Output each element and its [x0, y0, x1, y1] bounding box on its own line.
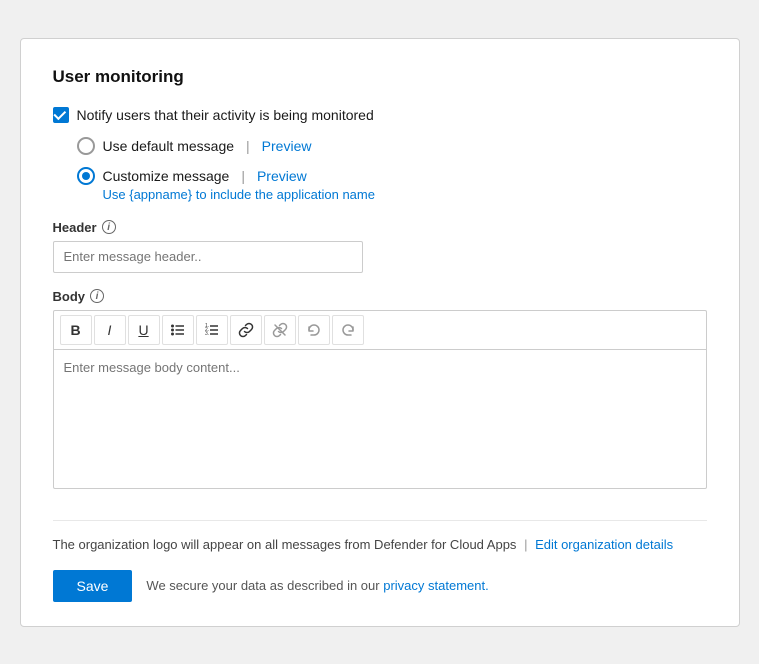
bottom-bar: Save We secure your data as described in… [53, 570, 707, 602]
header-label: Header i [53, 220, 707, 235]
radio-options: Use default message | Preview Customize … [77, 137, 707, 202]
numbered-list-button[interactable]: 1.2.3. [196, 315, 228, 345]
radio-default-label: Use default message [103, 138, 235, 154]
radio-default-row: Use default message | Preview [77, 137, 707, 155]
svg-text:3.: 3. [205, 331, 209, 337]
radio-default[interactable] [77, 137, 95, 155]
body-textarea[interactable] [53, 349, 707, 489]
unlink-button[interactable] [264, 315, 296, 345]
header-section: Header i [53, 220, 707, 273]
edit-org-link[interactable]: Edit organization details [535, 537, 673, 552]
redo-button[interactable] [332, 315, 364, 345]
radio-customize-row: Customize message | Preview Use {appname… [77, 167, 707, 202]
body-section: Body i B I U 1.2.3. [53, 289, 707, 492]
main-card: User monitoring Notify users that their … [20, 38, 740, 627]
bold-button[interactable]: B [60, 315, 92, 345]
radio-customize[interactable] [77, 167, 95, 185]
notify-label: Notify users that their activity is bein… [77, 107, 374, 123]
notify-checkbox[interactable] [53, 107, 69, 123]
link-button[interactable] [230, 315, 262, 345]
radio-customize-label: Customize message [103, 168, 230, 184]
header-info-icon[interactable]: i [102, 220, 116, 234]
save-button[interactable]: Save [53, 570, 133, 602]
customize-hint: Use {appname} to include the application… [103, 187, 707, 202]
underline-button[interactable]: U [128, 315, 160, 345]
italic-button[interactable]: I [94, 315, 126, 345]
bullet-list-button[interactable] [162, 315, 194, 345]
page-title: User monitoring [53, 67, 707, 87]
notify-row: Notify users that their activity is bein… [53, 107, 707, 123]
undo-button[interactable] [298, 315, 330, 345]
privacy-link[interactable]: privacy statement. [383, 578, 489, 593]
body-toolbar: B I U 1.2.3. [53, 310, 707, 349]
privacy-text: We secure your data as described in our … [146, 578, 488, 593]
default-preview-link[interactable]: Preview [262, 138, 312, 154]
footer-note: The organization logo will appear on all… [53, 520, 707, 552]
header-input[interactable] [53, 241, 363, 273]
body-info-icon[interactable]: i [90, 289, 104, 303]
body-label: Body i [53, 289, 707, 304]
customize-preview-link[interactable]: Preview [257, 168, 307, 184]
